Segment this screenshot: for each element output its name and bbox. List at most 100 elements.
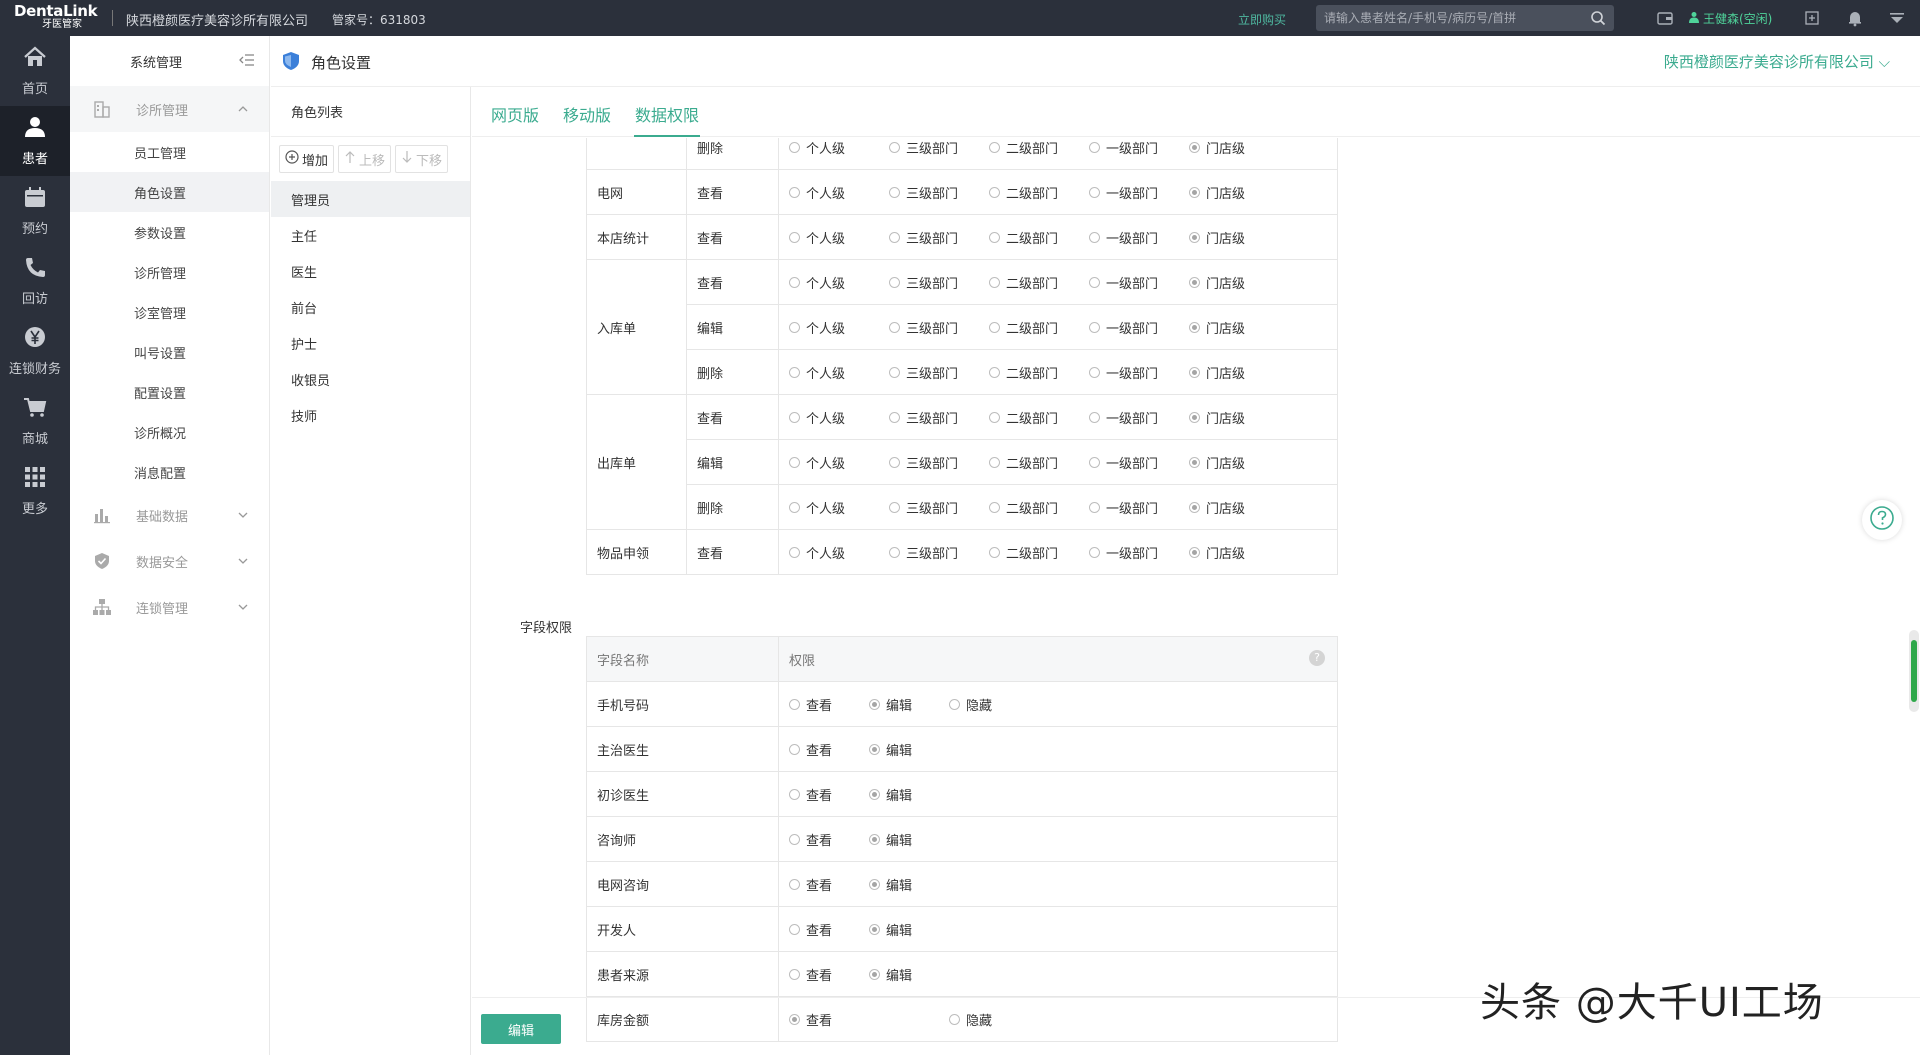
radio-option[interactable]: 编辑 <box>869 695 949 714</box>
radio-option[interactable]: 三级部门 <box>889 453 989 472</box>
radio-option[interactable]: 一级部门 <box>1089 408 1189 427</box>
role-item-technician[interactable]: 技师 <box>271 397 470 433</box>
radio-button[interactable] <box>1089 456 1100 468</box>
sidebar-group-basic-data[interactable]: 基础数据 <box>70 492 269 538</box>
radio-option[interactable]: 个人级 <box>789 498 889 517</box>
radio-button[interactable] <box>1089 366 1100 378</box>
sidebar-item-clinic[interactable]: 诊所管理 <box>70 252 269 292</box>
radio-option[interactable]: 个人级 <box>789 543 889 562</box>
radio-option[interactable]: 个人级 <box>789 183 889 202</box>
radio-option[interactable]: 查看 <box>789 1010 869 1029</box>
sidebar-item-overview[interactable]: 诊所概况 <box>70 412 269 452</box>
nav-mall[interactable]: 商城 <box>0 386 70 456</box>
radio-option[interactable]: 编辑 <box>869 830 949 849</box>
radio-option[interactable]: 一级部门 <box>1089 273 1189 292</box>
radio-option[interactable]: 门店级 <box>1189 228 1289 247</box>
radio-option[interactable]: 二级部门 <box>989 408 1089 427</box>
radio-option[interactable]: 编辑 <box>869 920 949 939</box>
radio-option[interactable]: 一级部门 <box>1089 318 1189 337</box>
radio-option[interactable]: 一级部门 <box>1089 138 1189 157</box>
radio-option[interactable]: 查看 <box>789 920 869 939</box>
radio-button[interactable] <box>1089 321 1100 333</box>
radio-button[interactable] <box>1189 141 1200 153</box>
radio-option[interactable]: 三级部门 <box>889 318 989 337</box>
radio-button[interactable] <box>789 276 800 288</box>
sidebar-item-calling[interactable]: 叫号设置 <box>70 332 269 372</box>
search-input[interactable] <box>1324 9 1584 27</box>
radio-button[interactable] <box>989 501 1000 513</box>
radio-button[interactable] <box>1089 231 1100 243</box>
sidebar-item-rooms[interactable]: 诊室管理 <box>70 292 269 332</box>
radio-option[interactable]: 个人级 <box>789 138 889 157</box>
radio-button[interactable] <box>1089 276 1100 288</box>
radio-button[interactable] <box>889 546 900 558</box>
radio-button[interactable] <box>789 788 800 800</box>
radio-button[interactable] <box>869 788 880 800</box>
radio-button[interactable] <box>869 698 880 710</box>
radio-option[interactable]: 编辑 <box>869 740 949 759</box>
radio-button[interactable] <box>989 276 1000 288</box>
radio-option[interactable]: 查看 <box>789 695 869 714</box>
radio-button[interactable] <box>869 968 880 980</box>
radio-option[interactable]: 门店级 <box>1189 138 1289 157</box>
radio-button[interactable] <box>889 411 900 423</box>
radio-button[interactable] <box>889 321 900 333</box>
radio-button[interactable] <box>789 501 800 513</box>
sidebar-item-messages[interactable]: 消息配置 <box>70 452 269 492</box>
nav-appointment[interactable]: 预约 <box>0 176 70 246</box>
radio-button[interactable] <box>1089 186 1100 198</box>
radio-button[interactable] <box>789 321 800 333</box>
tab-mobile[interactable]: 移动版 <box>563 102 611 126</box>
radio-option[interactable]: 二级部门 <box>989 228 1089 247</box>
radio-button[interactable] <box>1189 501 1200 513</box>
radio-option[interactable]: 一级部门 <box>1089 183 1189 202</box>
radio-button[interactable] <box>789 231 800 243</box>
radio-option[interactable]: 二级部门 <box>989 273 1089 292</box>
role-item-reception[interactable]: 前台 <box>271 289 470 325</box>
patient-search[interactable] <box>1316 5 1614 31</box>
nav-patient[interactable]: 患者 <box>0 106 70 176</box>
brand-logo[interactable]: DentaLink 牙医管家 <box>14 3 98 31</box>
radio-option[interactable]: 二级部门 <box>989 138 1089 157</box>
help-float-button[interactable] <box>1862 500 1902 540</box>
radio-button[interactable] <box>1189 321 1200 333</box>
tab-web[interactable]: 网页版 <box>491 102 539 126</box>
role-item-admin[interactable]: 管理员 <box>271 181 470 217</box>
radio-button[interactable] <box>889 366 900 378</box>
radio-button[interactable] <box>889 231 900 243</box>
radio-option[interactable]: 三级部门 <box>889 273 989 292</box>
radio-button[interactable] <box>789 923 800 935</box>
radio-button[interactable] <box>1089 141 1100 153</box>
role-item-cashier[interactable]: 收银员 <box>271 361 470 397</box>
radio-button[interactable] <box>989 231 1000 243</box>
radio-option[interactable]: 二级部门 <box>989 183 1089 202</box>
radio-button[interactable] <box>869 743 880 755</box>
nav-finance[interactable]: 连锁财务 <box>0 316 70 386</box>
radio-button[interactable] <box>989 546 1000 558</box>
radio-button[interactable] <box>1089 546 1100 558</box>
radio-button[interactable] <box>789 366 800 378</box>
radio-button[interactable] <box>1189 231 1200 243</box>
radio-button[interactable] <box>789 833 800 845</box>
radio-button[interactable] <box>989 366 1000 378</box>
radio-option[interactable]: 隐藏 <box>949 1010 1029 1029</box>
bell-icon[interactable] <box>1846 9 1864 27</box>
radio-button[interactable] <box>1089 501 1100 513</box>
radio-button[interactable] <box>1189 411 1200 423</box>
radio-option[interactable]: 一级部门 <box>1089 228 1189 247</box>
company-dropdown[interactable]: 陕西橙颜医疗美容诊所有限公司 ⌵ <box>1664 51 1890 72</box>
wallet-icon[interactable] <box>1656 9 1674 27</box>
radio-option[interactable]: 门店级 <box>1189 408 1289 427</box>
radio-option[interactable]: 个人级 <box>789 453 889 472</box>
radio-option[interactable]: 个人级 <box>789 408 889 427</box>
radio-option[interactable]: 一级部门 <box>1089 453 1189 472</box>
menu-dropdown-icon[interactable] <box>1888 9 1906 27</box>
radio-option[interactable]: 查看 <box>789 740 869 759</box>
radio-option[interactable]: 查看 <box>789 965 869 984</box>
radio-button[interactable] <box>989 321 1000 333</box>
radio-option[interactable]: 编辑 <box>869 965 949 984</box>
sidebar-item-staff[interactable]: 员工管理 <box>70 132 269 172</box>
radio-button[interactable] <box>789 186 800 198</box>
radio-option[interactable]: 门店级 <box>1189 453 1289 472</box>
radio-button[interactable] <box>1189 546 1200 558</box>
